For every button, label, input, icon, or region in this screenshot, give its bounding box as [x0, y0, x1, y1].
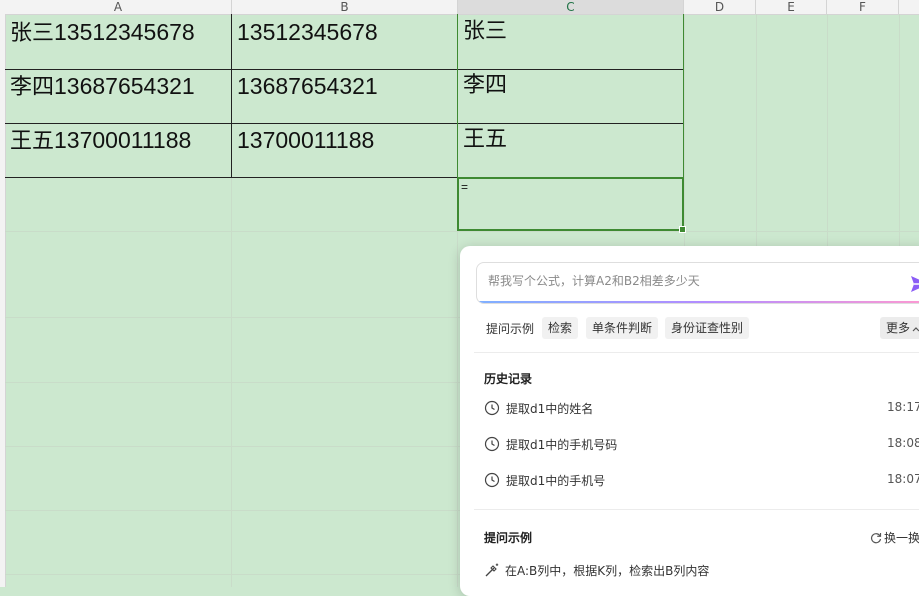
column-header-f[interactable]: F [827, 0, 899, 14]
cell-a3-phone: 13700011188 [54, 127, 192, 153]
history-item-time: 18:17 [887, 400, 919, 414]
refresh-button[interactable]: 换一换 [870, 529, 919, 546]
history-item-text: 提取d1中的姓名 [506, 402, 594, 416]
column-header-c[interactable]: C [458, 0, 684, 14]
divider [474, 509, 919, 510]
refresh-label: 换一换 [884, 531, 919, 545]
cell-b3[interactable]: 13700011188 [237, 123, 374, 157]
cell-a1-name: 张三 [10, 21, 55, 46]
prompt-gradient-underline [477, 301, 919, 303]
clock-icon [484, 472, 500, 488]
cell-a1[interactable]: 张三13512345678 [10, 15, 195, 51]
cell-a3[interactable]: 王五13700011188 [10, 123, 191, 159]
cell-a2-phone: 13687654321 [54, 73, 195, 99]
cell-a2[interactable]: 李四13687654321 [10, 69, 195, 105]
divider [474, 352, 919, 353]
history-item-text: 提取d1中的手机号码 [506, 438, 618, 452]
cell-c2[interactable]: 李四 [463, 69, 507, 103]
examples-label: 提问示例 [486, 322, 535, 336]
history-item[interactable]: 提取d1中的姓名 18:17 [484, 398, 919, 418]
history-item[interactable]: 提取d1中的手机号 18:07 [484, 470, 919, 490]
clock-icon [484, 400, 500, 416]
refresh-icon [870, 533, 882, 544]
example-chip-search[interactable]: 检索 [542, 317, 579, 339]
chevron-up-icon [912, 327, 919, 332]
column-header-a[interactable]: A [5, 0, 232, 14]
example-chip-id-gender[interactable]: 身份证查性别 [665, 317, 750, 339]
history-item-text: 提取d1中的手机号 [506, 474, 606, 488]
clock-icon [484, 436, 500, 452]
magic-wand-icon [485, 563, 499, 577]
send-icon[interactable] [909, 274, 919, 294]
column-header: A B C D E F [0, 0, 919, 15]
cell-a3-name: 王五 [10, 129, 55, 154]
example-chip-single-condition[interactable]: 单条件判断 [586, 317, 659, 339]
example-item[interactable]: 在A:B列中，根据K列，检索出B列内容 [484, 562, 709, 579]
examples-title: 提问示例 [484, 531, 533, 545]
example-item-text: 在A:B列中，根据K列，检索出B列内容 [505, 564, 710, 578]
cell-c3[interactable]: 王五 [463, 123, 507, 157]
cell-a2-name: 李四 [10, 75, 55, 100]
active-cell-c4[interactable] [457, 177, 686, 233]
cell-c1[interactable]: 张三 [463, 15, 507, 49]
history-item-time: 18:08 [887, 436, 919, 450]
history-item[interactable]: 提取d1中的手机号码 18:08 [484, 434, 919, 454]
more-label: 更多 [886, 321, 911, 335]
more-button[interactable]: 更多 [880, 317, 919, 339]
history-title: 历史记录 [484, 372, 533, 386]
row-header [0, 14, 6, 587]
formula-assistant-panel: 提问示例 检索 单条件判断 身份证查性别 更多 历史记录 提取d1中的姓名 18… [460, 246, 919, 596]
prompt-box[interactable] [476, 262, 919, 304]
fill-handle[interactable] [679, 226, 686, 233]
column-header-d[interactable]: D [684, 0, 756, 14]
cell-b2[interactable]: 13687654321 [237, 69, 378, 103]
prompt-input[interactable] [486, 273, 870, 289]
column-header-b[interactable]: B [232, 0, 458, 14]
column-header-e[interactable]: E [756, 0, 827, 14]
cell-b1[interactable]: 13512345678 [237, 15, 378, 49]
history-item-time: 18:07 [887, 472, 919, 486]
cell-c4-editor[interactable]: = [461, 180, 468, 194]
cell-a1-phone: 13512345678 [54, 19, 195, 45]
